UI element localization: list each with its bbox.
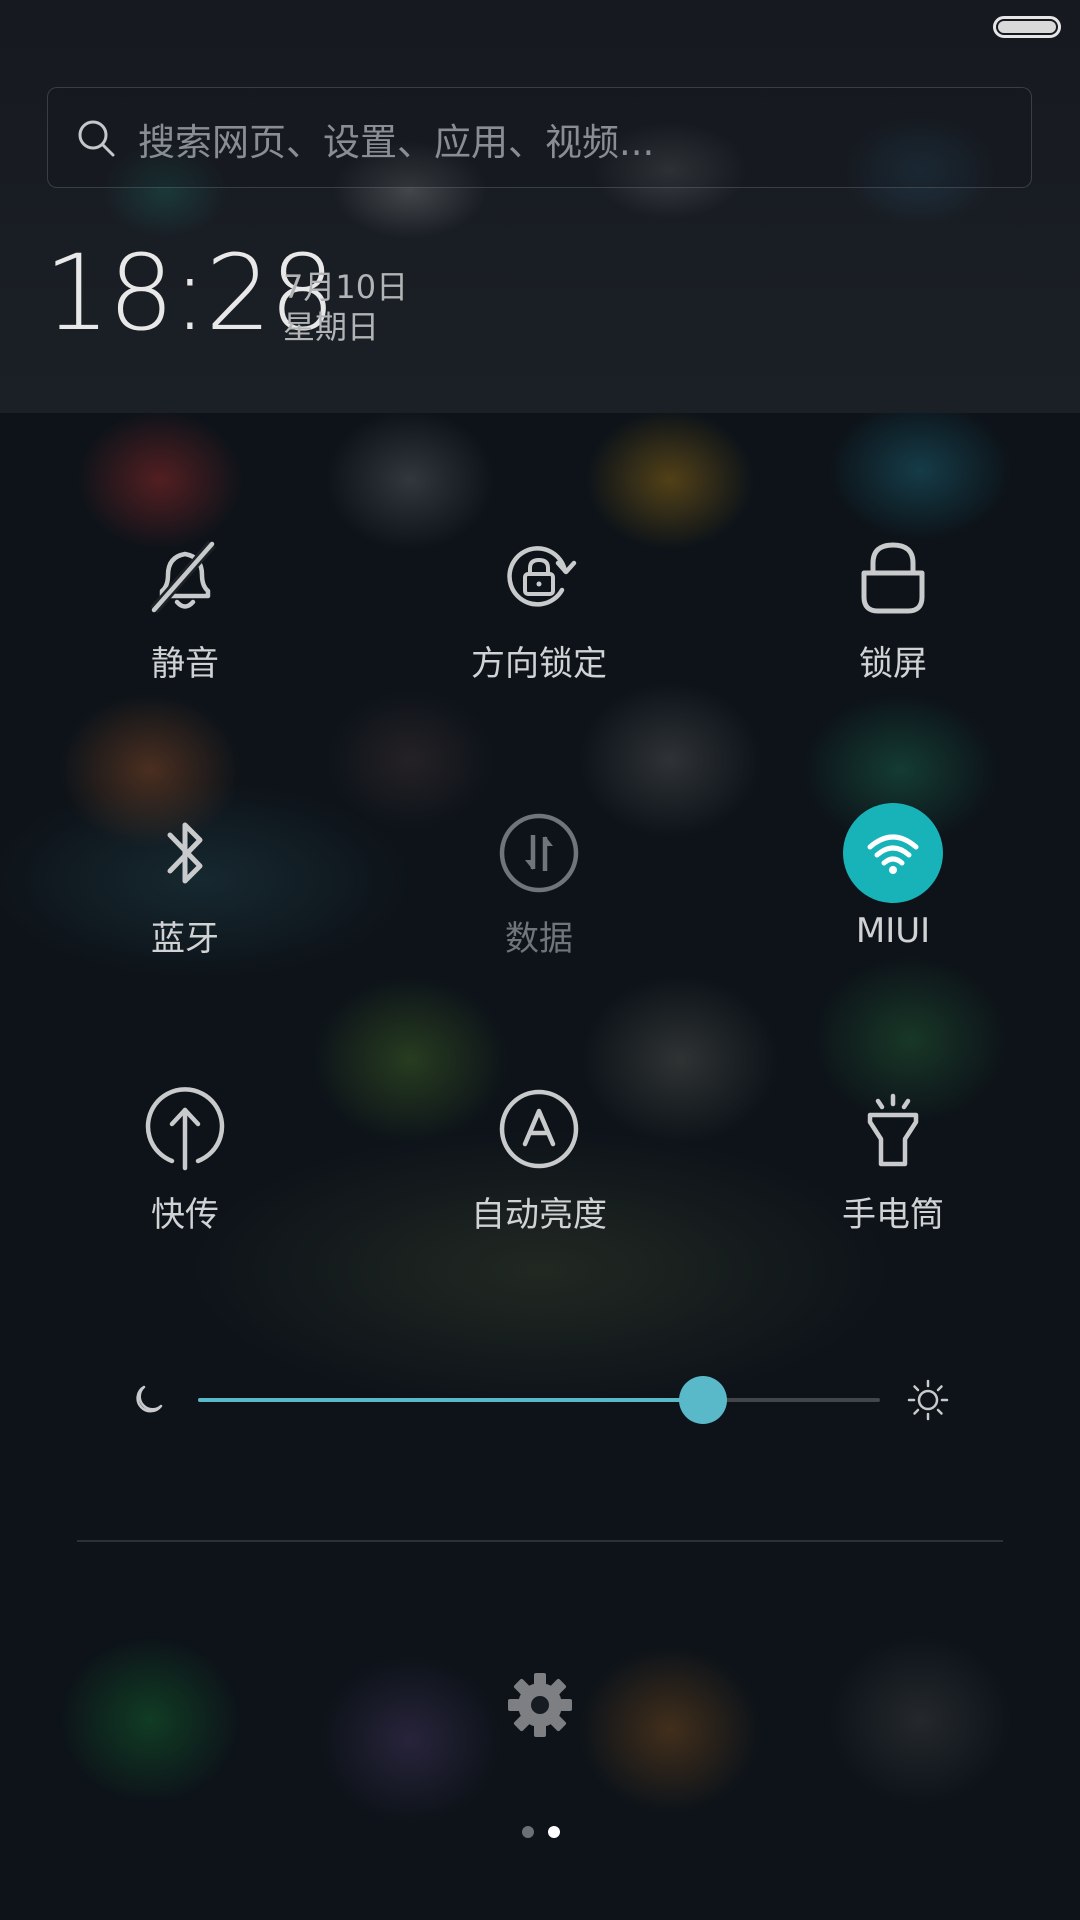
brightness-track-fill: [198, 1398, 703, 1402]
battery-icon: [993, 16, 1061, 38]
toggle-rotation-lock[interactable]: 方向锁定: [409, 528, 669, 728]
toggle-auto-brightness[interactable]: 自动亮度: [409, 1079, 669, 1279]
toggle-label: 蓝牙: [151, 919, 219, 959]
transfer-icon: [145, 1087, 225, 1171]
toggle-label: 锁屏: [859, 644, 927, 684]
bell-off-icon: [150, 540, 216, 614]
toggle-silent[interactable]: 静音: [55, 528, 315, 728]
flashlight-icon: [867, 1093, 919, 1167]
toggle-label: 静音: [151, 644, 219, 684]
toggle-label: 自动亮度: [471, 1195, 607, 1235]
toggle-label: 快传: [151, 1195, 219, 1235]
battery-level-fill: [998, 21, 1056, 33]
weekday-label: 星期日: [283, 308, 380, 346]
toggle-label: 数据: [505, 919, 573, 959]
toggle-mobile-data[interactable]: 数据: [409, 803, 669, 1003]
toggle-label: 手电筒: [842, 1195, 944, 1235]
mobile-data-icon: [499, 813, 579, 893]
search-icon: [78, 120, 115, 157]
toggle-lock-screen[interactable]: 锁屏: [763, 528, 1023, 728]
divider: [77, 1540, 1003, 1542]
page-dot-active: [548, 1826, 560, 1838]
rotation-lock-icon: [507, 546, 577, 607]
page-dot: [522, 1826, 534, 1838]
sun-icon: [907, 1379, 949, 1421]
brightness-track[interactable]: [198, 1376, 880, 1424]
search-placeholder: 搜索网页、设置、应用、视频...: [138, 121, 655, 164]
gear-icon[interactable]: [506, 1671, 574, 1739]
toggle-bluetooth[interactable]: 蓝牙: [55, 803, 315, 1003]
toggle-wifi[interactable]: MIUI: [763, 803, 1023, 1003]
moon-icon: [136, 1385, 163, 1413]
auto-brightness-icon: [499, 1089, 579, 1169]
brightness-thumb[interactable]: [678, 1376, 727, 1424]
toggle-flashlight[interactable]: 手电筒: [763, 1079, 1023, 1279]
lock-icon: [861, 542, 925, 614]
search-bar[interactable]: 搜索网页、设置、应用、视频...: [47, 87, 1032, 188]
wifi-icon: [843, 803, 943, 903]
toggle-label: MIUI: [855, 911, 931, 951]
bluetooth-icon: [167, 822, 203, 884]
brightness-slider[interactable]: [130, 1374, 950, 1426]
notification-shade: 搜索网页、设置、应用、视频... 18:28 7月10日 星期日 静音 方向锁定…: [0, 0, 1080, 1920]
toggle-label: 方向锁定: [471, 644, 607, 684]
toggle-quick-transfer[interactable]: 快传: [55, 1079, 315, 1279]
